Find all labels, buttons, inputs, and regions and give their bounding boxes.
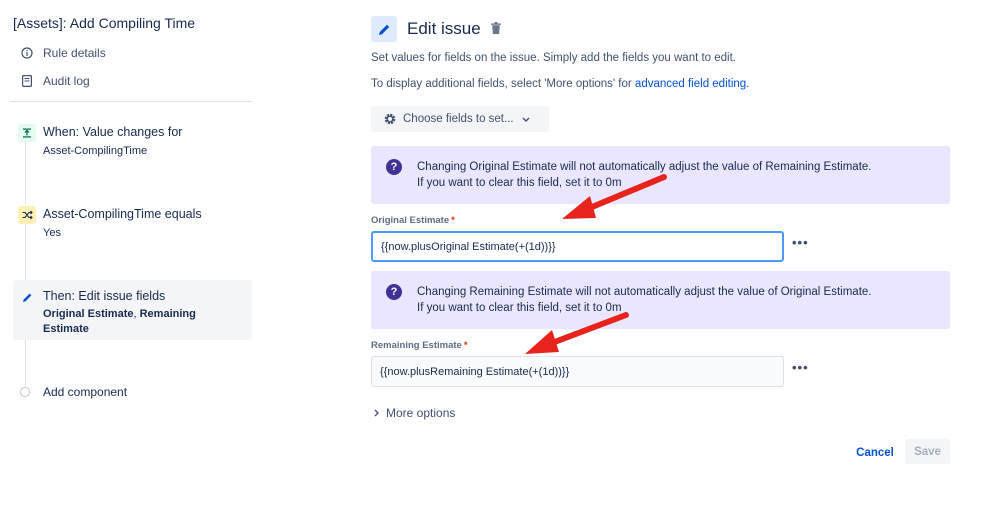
question-icon: ? — [386, 159, 402, 175]
more-options-label: More options — [386, 406, 456, 420]
page-title: Edit issue — [407, 19, 481, 38]
document-icon — [20, 74, 34, 88]
field-name-remaining-cont: Estimate — [43, 323, 89, 335]
step-subtitle: Asset-CompilingTime — [43, 145, 148, 157]
choose-fields-label: Choose fields to set... — [403, 113, 514, 125]
edit-issue-header: Edit issue — [371, 16, 503, 42]
add-component-dot-icon — [20, 387, 30, 397]
step-title: Asset-CompilingTime equals — [43, 207, 202, 221]
chevron-down-icon — [522, 117, 530, 122]
original-estimate-label-text: Original Estimate — [371, 215, 450, 226]
original-estimate-value: {{now.plusOriginal Estimate(+(1d))}} — [381, 240, 556, 253]
add-component-label: Add component — [43, 385, 128, 399]
desc-suffix: . — [746, 78, 750, 90]
field-name-remaining: Remaining — [139, 308, 196, 320]
gear-icon — [383, 112, 397, 126]
required-mark: * — [463, 340, 468, 351]
remaining-estimate-input[interactable]: {{now.plusRemaining Estimate(+(1d))}} — [371, 356, 784, 387]
original-estimate-input[interactable]: {{now.plusOriginal Estimate(+(1d))}} — [371, 231, 784, 262]
info-icon — [20, 46, 34, 60]
question-icon: ? — [386, 284, 402, 300]
trigger-icon — [18, 124, 36, 142]
annotation-arrow-icon — [562, 174, 667, 219]
field-name-original: Original Estimate — [43, 308, 134, 320]
pencil-icon — [18, 288, 36, 306]
step-title: When: Value changes for — [43, 125, 183, 139]
rule-details-link[interactable]: Rule details — [20, 46, 106, 60]
info-panel-remaining: ? Changing Remaining Estimate will not a… — [371, 271, 950, 329]
more-options-toggle[interactable]: More options — [374, 406, 455, 420]
trash-icon[interactable] — [490, 22, 503, 36]
info-line: Changing Remaining Estimate will not aut… — [417, 286, 872, 298]
audit-log-label: Audit log — [43, 74, 90, 88]
step-action-selected[interactable]: Then: Edit issue fields Original Estimat… — [13, 280, 252, 340]
pencil-icon — [371, 16, 397, 42]
remaining-estimate-label-text: Remaining Estimate — [371, 340, 462, 351]
rule-details-label: Rule details — [43, 46, 106, 60]
choose-fields-button[interactable]: Choose fields to set... — [371, 106, 549, 132]
step-title: Then: Edit issue fields — [43, 289, 166, 303]
chevron-right-icon — [374, 409, 379, 417]
advanced-field-editing-link[interactable]: advanced field editing — [635, 78, 746, 90]
original-estimate-label: Original Estimate * — [371, 215, 455, 226]
step-condition[interactable]: Asset-CompilingTime equals Yes — [13, 206, 252, 256]
edit-description: Set values for fields on the issue. Simp… — [371, 52, 737, 64]
step-trigger[interactable]: When: Value changes for Asset-CompilingT… — [13, 124, 252, 174]
step-subtitle: Original Estimate, Remaining Estimate — [43, 307, 196, 337]
remaining-estimate-value: {{now.plusRemaining Estimate(+(1d))}} — [380, 365, 570, 378]
audit-log-link[interactable]: Audit log — [20, 74, 90, 88]
save-button[interactable]: Save — [905, 439, 950, 464]
step-subtitle: Yes — [43, 227, 61, 239]
cancel-button[interactable]: Cancel — [850, 441, 900, 465]
annotation-arrow-icon — [525, 312, 629, 354]
remaining-estimate-label: Remaining Estimate * — [371, 340, 468, 351]
rule-title: [Assets]: Add Compiling Time — [13, 15, 196, 31]
sidebar-divider — [10, 101, 252, 102]
edit-description-advanced: To display additional fields, select 'Mo… — [371, 78, 749, 90]
more-actions-icon[interactable]: ••• — [792, 360, 809, 375]
more-actions-icon[interactable]: ••• — [792, 235, 809, 250]
condition-icon — [18, 206, 36, 224]
add-component-button[interactable]: Add component — [20, 385, 127, 399]
desc-prefix: To display additional fields, select 'Mo… — [371, 78, 635, 90]
required-mark: * — [451, 215, 455, 226]
